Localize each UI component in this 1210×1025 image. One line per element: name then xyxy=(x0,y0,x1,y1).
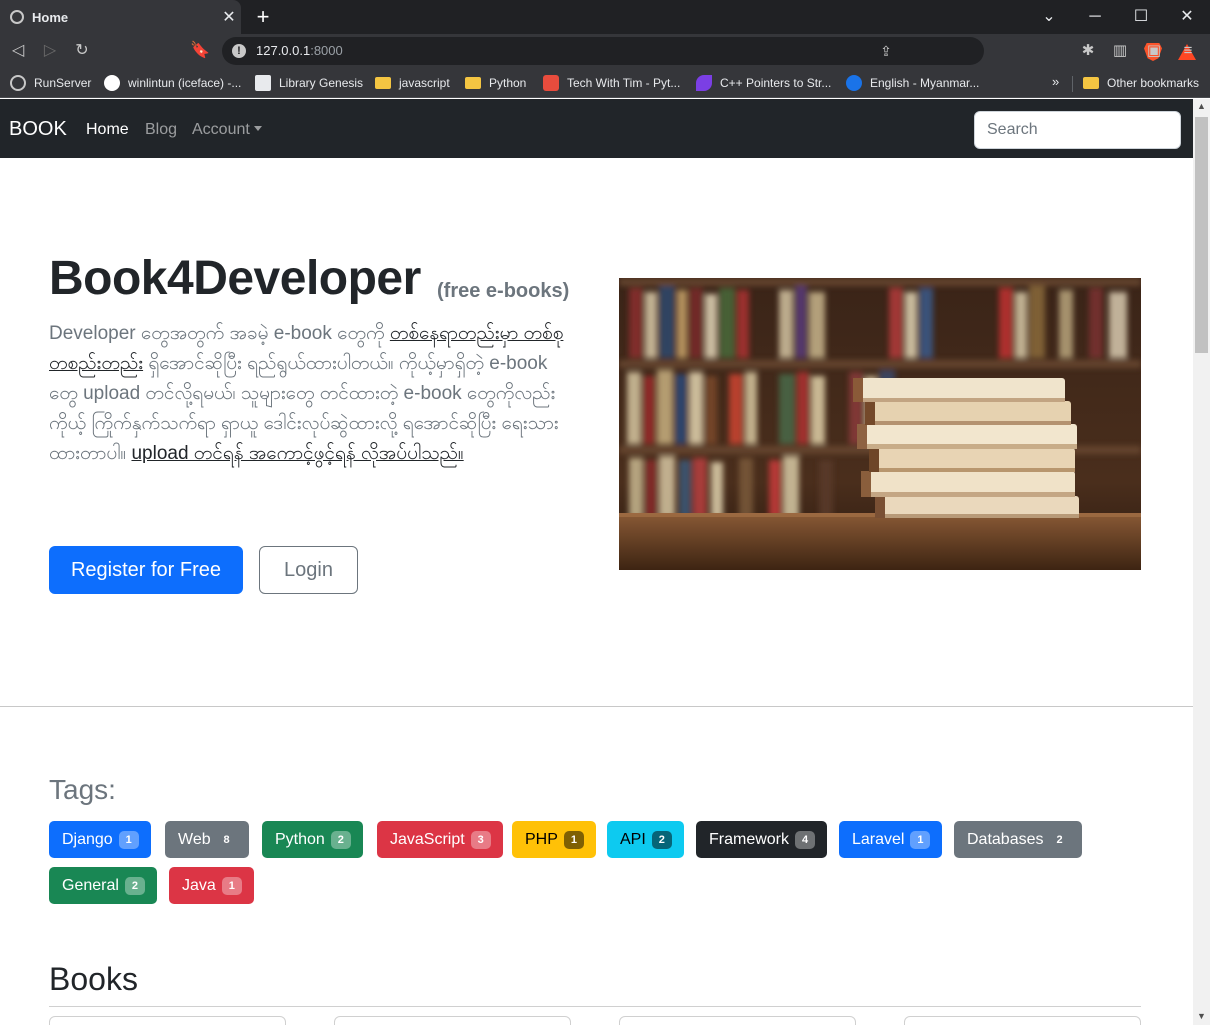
section-divider xyxy=(0,706,1193,707)
tag-count-badge: 2 xyxy=(1056,833,1063,846)
folder-icon xyxy=(465,77,481,89)
tag-javascript[interactable]: JavaScript 3 xyxy=(377,821,503,858)
bookshelf-image xyxy=(619,278,1141,570)
tag-count-badge: 1 xyxy=(563,830,584,849)
tag-count-badge: 8 xyxy=(223,833,230,846)
url-text: 127.0.0.1:8000 xyxy=(256,43,343,58)
back-icon[interactable]: ◁ xyxy=(6,39,30,63)
tim-icon xyxy=(543,75,559,91)
tab-title: Home xyxy=(32,9,69,25)
tag-count-badge: 1 xyxy=(118,830,139,849)
browser-tab-strip: Home ✕ + ⌄ ─ ☐ ✕ xyxy=(0,0,1210,34)
menu-icon[interactable]: ≡ xyxy=(1176,39,1200,63)
tab-search-icon[interactable]: ⌄ xyxy=(1026,0,1072,34)
page-scrollbar[interactable]: ▲ ▼ xyxy=(1193,99,1210,1025)
close-tab-icon[interactable]: ✕ xyxy=(217,7,241,27)
tag-php[interactable]: PHP 1 xyxy=(512,821,596,858)
register-info-link[interactable]: upload တင်ရန် အကောင့်ဖွင့်ရန် လိုအပ်ပါသည… xyxy=(131,443,463,464)
reload-icon[interactable]: ↻ xyxy=(70,39,94,63)
site-navbar: BOOK Home Blog Account xyxy=(0,99,1193,158)
bookmark-icon[interactable]: 🔖 xyxy=(188,39,212,63)
scrollbar-thumb[interactable] xyxy=(1195,117,1208,353)
tag-django[interactable]: Django 1 xyxy=(49,821,151,858)
minimize-button[interactable]: ─ xyxy=(1072,0,1118,34)
navbar-brand[interactable]: BOOK xyxy=(9,118,67,141)
other-bookmarks[interactable]: Other bookmarks xyxy=(1083,74,1199,92)
scroll-up-icon[interactable]: ▲ xyxy=(1193,101,1210,113)
github-icon xyxy=(104,75,120,91)
tag-count-badge: 4 xyxy=(795,830,816,849)
tag-api[interactable]: API 2 xyxy=(607,821,684,858)
nav-account-dropdown[interactable]: Account xyxy=(192,121,262,139)
books-divider xyxy=(49,1006,1141,1007)
register-button[interactable]: Register for Free xyxy=(49,546,243,594)
more-bookmarks-button[interactable]: » xyxy=(1052,74,1059,89)
bookmark-english-myanmar[interactable]: English - Myanmar... xyxy=(846,74,979,92)
tag-databases[interactable]: Databases 2 xyxy=(954,821,1082,858)
cpp-icon xyxy=(696,75,712,91)
page-subtitle: (free e-books) xyxy=(437,280,570,302)
bookmark-cpp-pointers[interactable]: C++ Pointers to Str... xyxy=(696,74,831,92)
translate-icon xyxy=(846,75,862,91)
books-heading: Books xyxy=(49,961,138,997)
nav-blog[interactable]: Blog xyxy=(145,121,177,139)
nav-home[interactable]: Home xyxy=(86,121,129,139)
search-input[interactable] xyxy=(974,111,1181,149)
book-icon xyxy=(255,75,271,91)
bookmark-runserver[interactable]: RunServer xyxy=(10,74,91,92)
folder-icon xyxy=(1083,77,1099,89)
folder-icon xyxy=(375,77,391,89)
extensions-icon[interactable]: ✱ xyxy=(1076,39,1100,63)
new-tab-button[interactable]: + xyxy=(251,4,275,30)
close-window-button[interactable]: ✕ xyxy=(1164,0,1210,34)
globe-icon xyxy=(10,10,24,24)
tag-general[interactable]: General 2 xyxy=(49,867,157,904)
page-title: Book4Developer xyxy=(49,252,421,305)
scroll-down-icon[interactable]: ▼ xyxy=(1193,1011,1210,1023)
share-icon[interactable]: ⇪ xyxy=(876,41,896,61)
globe-icon xyxy=(10,75,26,91)
site-info-icon[interactable]: ! xyxy=(232,44,246,58)
book-card[interactable] xyxy=(334,1016,571,1025)
bookmark-library-genesis[interactable]: Library Genesis xyxy=(255,74,363,92)
hero-description: Developer တွေအတွက် အခမဲ့ e-book တွေကို တ… xyxy=(49,323,564,464)
book-card[interactable] xyxy=(49,1016,286,1025)
bookmark-javascript[interactable]: javascript xyxy=(375,74,450,92)
sidebar-icon[interactable]: ▥ xyxy=(1108,39,1132,63)
tag-count-badge: 3 xyxy=(470,830,491,849)
tag-count-badge: 2 xyxy=(651,830,672,849)
forward-icon[interactable]: ▷ xyxy=(38,39,62,63)
tag-web[interactable]: Web 8 xyxy=(165,821,249,858)
browser-tab[interactable]: Home ✕ xyxy=(0,0,241,34)
tag-count-badge: 2 xyxy=(330,830,351,849)
bookmark-winlintun[interactable]: winlintun (iceface) -... xyxy=(104,74,241,92)
bookmark-python[interactable]: Python xyxy=(465,74,526,92)
wallet-icon[interactable]: ▣ xyxy=(1142,39,1166,63)
login-button[interactable]: Login xyxy=(259,546,358,594)
tag-count-badge: 2 xyxy=(124,876,145,895)
browser-toolbar: ◁ ▷ ↻ 🔖 ! 127.0.0.1:8000 ⇪ ✱ ▥ ▣ ≡ xyxy=(0,34,1210,68)
maximize-button[interactable]: ☐ xyxy=(1118,0,1164,34)
address-bar[interactable]: ! 127.0.0.1:8000 ⇪ xyxy=(222,37,1196,65)
book-card[interactable] xyxy=(904,1016,1141,1025)
book-card[interactable] xyxy=(619,1016,856,1025)
tag-laravel[interactable]: Laravel 1 xyxy=(839,821,943,858)
page-viewport: BOOK Home Blog Account Book4Developer (f… xyxy=(0,99,1193,1025)
bookmark-tech-with-tim[interactable]: Tech With Tim - Pyt... xyxy=(543,74,680,92)
bookmarks-bar: RunServer winlintun (iceface) -... Libra… xyxy=(0,68,1210,98)
tags-heading: Tags: xyxy=(49,774,116,805)
tag-count-badge: 1 xyxy=(910,830,931,849)
tag-framework[interactable]: Framework 4 xyxy=(696,821,828,858)
tag-java[interactable]: Java 1 xyxy=(169,867,254,904)
caret-down-icon xyxy=(253,126,262,131)
bookmarks-separator xyxy=(1072,76,1073,92)
tag-count-badge: 1 xyxy=(221,876,242,895)
tag-python[interactable]: Python 2 xyxy=(262,821,363,858)
